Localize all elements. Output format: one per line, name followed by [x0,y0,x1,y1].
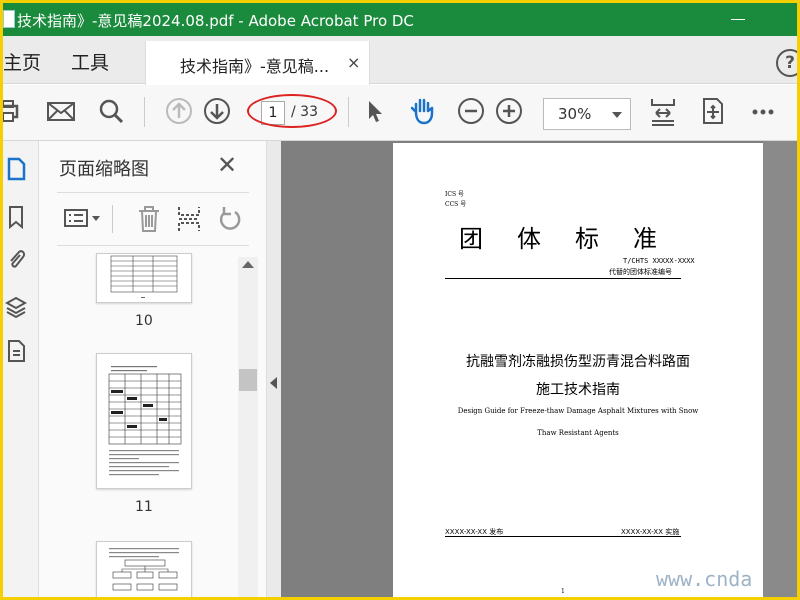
full-screen-icon[interactable] [697,95,729,127]
document-view[interactable]: ICS 号 CCS 号 团体标准 T/CHTS XXXXX-XXXX 代替的团体… [281,141,797,597]
zoom-out-icon[interactable] [455,95,487,127]
title-en-line2: Thaw Resistant Agents [537,429,619,437]
navigation-rail [3,141,39,597]
page-up-icon[interactable] [163,95,195,127]
thumbnail-scrollbar[interactable] [238,257,258,597]
standard-type-heading: 团体标准 [459,225,691,253]
zoom-in-icon[interactable] [493,95,525,127]
close-panel-button[interactable]: ✕ [217,151,237,179]
delete-icon[interactable] [135,203,163,235]
divider [57,245,249,246]
panel-collapse-handle[interactable] [267,141,281,597]
pdf-file-icon [3,10,15,28]
toolbar-separator [348,97,349,127]
window-title: 技术指南》-意见稿2024.08.pdf - Adobe Acrobat Pro… [17,12,414,30]
header-rule [445,278,681,279]
zoom-value: 30% [558,105,592,123]
watermark: www.cnda [656,567,753,591]
layers-icon[interactable] [4,295,28,319]
fit-page-icon[interactable] [648,95,680,127]
title-bar: 技术指南》-意见稿2024.08.pdf - Adobe Acrobat Pro… [3,3,797,36]
ccs-number: CCS 号 [445,201,467,208]
insert-pages-icon[interactable] [175,203,203,235]
footer-rule [445,536,681,537]
page-thumbnail-12[interactable] [96,541,192,597]
thumbnails-panel: 页面缩略图 ✕ 10 11 [39,141,267,597]
minimize-button[interactable] [731,19,745,20]
select-cursor-icon[interactable] [359,95,391,127]
toolbar-separator [144,97,145,127]
page-thumbnail-10[interactable] [96,253,192,303]
tab-document[interactable]: 技术指南》-意见稿... × [145,41,370,85]
page-down-icon[interactable] [201,95,233,127]
chevron-left-icon [270,377,277,389]
help-button[interactable]: ? [776,49,797,77]
title-cn-line1: 抗融雪剂冻融损伤型沥青混合料路面 [466,354,690,370]
ics-number: ICS 号 [445,191,464,198]
tab-home[interactable]: 主页 [3,48,41,75]
tab-tools[interactable]: 工具 [71,48,109,75]
bookmark-icon[interactable] [5,205,27,230]
standard-code: T/CHTS XXXXX-XXXX [623,257,695,265]
rotate-icon[interactable] [215,203,243,235]
replace-note: 代替的团体标准编号 [609,268,672,276]
main-toolbar: 1 / 33 30% [3,85,797,141]
divider [57,192,249,193]
print-icon[interactable] [3,95,25,127]
options-menu-icon[interactable] [63,203,103,235]
page-navigator: 1 / 33 [247,94,337,128]
document-margin [763,141,797,597]
thumbnail-page-number: 10 [135,313,153,329]
scrollbar-thumb[interactable] [239,369,257,391]
close-tab-button[interactable]: × [347,53,360,72]
hand-icon[interactable] [407,95,439,127]
title-en-line1: Design Guide for Freeze-thaw Damage Asph… [457,407,699,415]
chevron-down-icon [612,112,622,118]
title-cn-line2: 施工技术指南 [536,382,620,398]
search-icon[interactable] [95,95,127,127]
tab-bar: 主页 工具 技术指南》-意见稿... × ? [3,36,797,85]
acrobat-window: 技术指南》-意见稿2024.08.pdf - Adobe Acrobat Pro… [3,3,797,597]
zoom-select[interactable]: 30% [543,98,631,130]
attachment-icon[interactable] [5,247,27,271]
panel-title: 页面缩略图 [59,159,149,180]
highlight-annotation [247,94,337,128]
page-thumbnail-11[interactable] [96,353,192,489]
email-icon[interactable] [45,95,77,127]
more-icon[interactable] [747,95,779,127]
toolbar-separator [112,205,113,233]
document-icon[interactable] [5,339,27,363]
document-tab-label: 技术指南》-意见稿... [180,57,330,76]
page-number: 1 [561,588,565,595]
page-thumbnails-icon[interactable] [5,157,27,181]
pdf-page: ICS 号 CCS 号 团体标准 T/CHTS XXXXX-XXXX 代替的团体… [393,143,763,597]
thumbnail-page-number: 11 [135,499,153,515]
scroll-up-arrow-icon[interactable] [242,261,254,268]
